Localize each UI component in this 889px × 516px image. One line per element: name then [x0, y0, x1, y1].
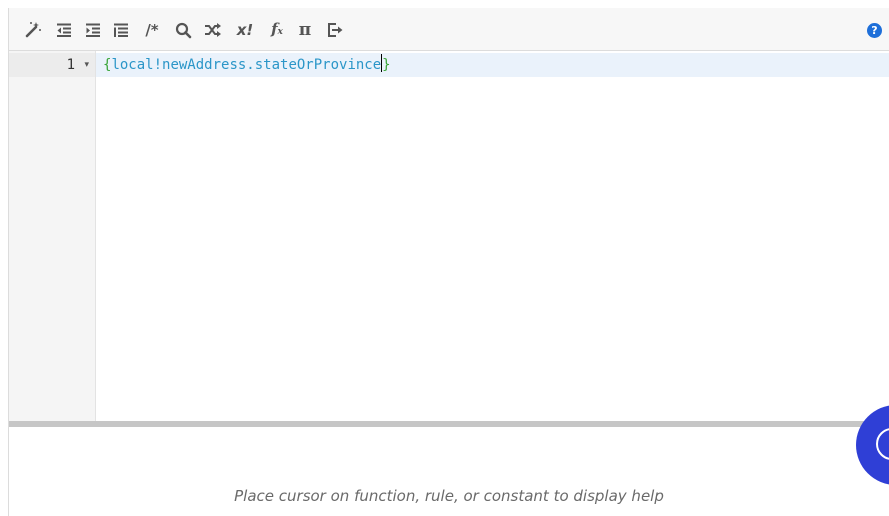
line-number-gutter: 1 ▾	[9, 51, 96, 421]
indent-icon	[85, 22, 101, 38]
help-panel-text: Place cursor on function, rule, or const…	[234, 487, 664, 505]
list-button[interactable]	[111, 20, 131, 40]
outdent-button[interactable]	[54, 20, 74, 40]
list-icon	[113, 22, 129, 38]
gutter-active-line: 1 ▾	[9, 53, 95, 77]
editor-toolbar: /* x! fx π ?	[9, 8, 889, 51]
code-line[interactable]: {local!newAddress.stateOrProvince}	[103, 53, 391, 77]
search-button[interactable]	[173, 20, 193, 40]
export-button[interactable]	[325, 20, 345, 40]
variable-button[interactable]: x!	[233, 20, 257, 40]
chat-icon	[876, 428, 889, 460]
expression-editor: /* x! fx π ? 1 ▾ {local!newAddress.state…	[0, 0, 889, 516]
outdent-icon	[56, 22, 72, 38]
comment-button[interactable]: /*	[139, 20, 165, 40]
help-icon[interactable]: ?	[867, 23, 882, 38]
comment-icon: /*	[145, 21, 159, 39]
shuffle-button[interactable]	[203, 20, 223, 40]
line-number: 1	[66, 57, 75, 73]
function-button[interactable]: fx	[265, 20, 289, 40]
expression-text: local!newAddress.stateOrProvince	[111, 57, 382, 73]
code-editor[interactable]: {local!newAddress.stateOrProvince}	[96, 51, 889, 421]
export-icon	[327, 22, 344, 38]
constant-button[interactable]: π	[295, 20, 315, 40]
close-brace: }	[382, 57, 391, 73]
help-panel: Place cursor on function, rule, or const…	[9, 427, 889, 516]
fold-toggle-icon[interactable]: ▾	[84, 53, 89, 77]
pretty-print-button[interactable]	[23, 20, 43, 40]
variable-icon: x!	[236, 21, 254, 39]
magic-wand-icon	[24, 21, 42, 39]
search-icon	[175, 22, 192, 39]
function-icon: fx	[271, 19, 283, 38]
pi-icon: π	[298, 20, 312, 40]
shuffle-icon	[204, 22, 222, 38]
indent-button[interactable]	[83, 20, 103, 40]
